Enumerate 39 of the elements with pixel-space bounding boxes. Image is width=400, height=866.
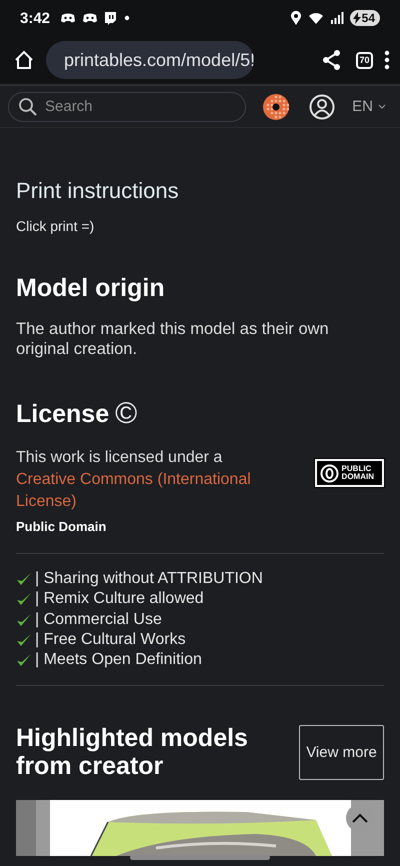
copyright-icon: © bbox=[115, 399, 138, 429]
avatar-icon[interactable] bbox=[263, 94, 289, 120]
license-name: Public Domain bbox=[16, 518, 108, 536]
menu-icon[interactable] bbox=[384, 50, 390, 70]
section-heading: Print instructions bbox=[16, 178, 180, 204]
license-right: | Free Cultural Works bbox=[35, 630, 186, 650]
chat-icon bbox=[104, 11, 118, 25]
license-right: | Remix Culture allowed bbox=[35, 589, 204, 610]
location-icon bbox=[290, 11, 302, 25]
license-right: | Sharing without ATTRIBUTION bbox=[35, 569, 263, 589]
language-selector[interactable]: EN bbox=[352, 98, 386, 115]
game-controller-icon bbox=[60, 12, 76, 24]
chevron-down-icon bbox=[378, 104, 386, 109]
license-text: This work is licensed under a bbox=[16, 448, 224, 468]
share-icon[interactable] bbox=[322, 49, 342, 71]
wifi-icon bbox=[308, 12, 324, 24]
chevron-up-icon bbox=[352, 813, 368, 824]
url-text: printables.com/model/5! bbox=[64, 50, 254, 70]
address-bar[interactable]: printables.com/model/5! bbox=[46, 41, 254, 79]
license-right: | Commercial Use bbox=[35, 610, 162, 630]
tab-count-button[interactable]: 70 bbox=[356, 52, 373, 68]
section-heading: Highlighted models from creator bbox=[16, 724, 249, 780]
search-icon bbox=[18, 96, 38, 116]
home-icon[interactable] bbox=[14, 50, 34, 70]
section-text: The author marked this model as their own original creation. bbox=[16, 319, 330, 359]
section-heading: License bbox=[16, 400, 110, 428]
battery-indicator: 54 bbox=[350, 10, 380, 26]
signal-icon bbox=[330, 12, 344, 24]
clock: 3:42 bbox=[20, 10, 50, 26]
view-more-button[interactable]: View more bbox=[299, 724, 384, 780]
game-controller-icon bbox=[82, 12, 98, 24]
search-field[interactable]: Search bbox=[8, 92, 246, 122]
license-link[interactable]: Creative Commons (International License) bbox=[16, 469, 286, 513]
account-icon[interactable] bbox=[309, 94, 335, 120]
license-right: | Meets Open Definition bbox=[35, 650, 202, 670]
section-text: Click print =) bbox=[16, 218, 96, 234]
public-domain-badge: PUBLIC DOMAIN bbox=[314, 459, 384, 487]
section-heading: Model origin bbox=[16, 274, 166, 303]
dot-icon bbox=[123, 14, 132, 22]
